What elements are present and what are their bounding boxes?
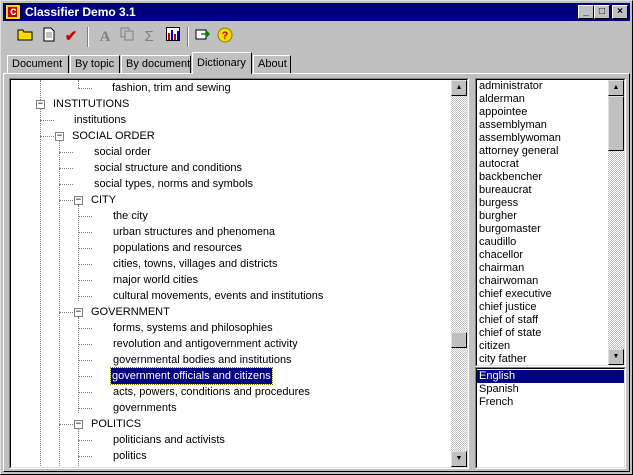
word-list-item[interactable]: burgomaster <box>477 223 608 236</box>
tree-node[interactable]: urban structures and phenomena <box>113 224 275 240</box>
collapse-politics-button[interactable]: − <box>74 420 83 429</box>
word-list-item[interactable]: chief executive <box>477 288 608 301</box>
word-list-item[interactable]: burgher <box>477 210 608 223</box>
tree-node[interactable]: revolution and antigovernment activity <box>113 336 298 352</box>
tree-node[interactable]: cultural movements, events and instituti… <box>113 288 323 304</box>
tree-node[interactable]: the city <box>113 208 148 224</box>
tree-node[interactable]: social structure and conditions <box>94 160 242 176</box>
word-list-item[interactable]: city father <box>477 353 608 365</box>
scroll-up-arrow-icon[interactable]: ▲ <box>608 80 624 96</box>
word-list-items: administrator alderman appointee assemblyma… <box>477 80 608 365</box>
word-list-item[interactable]: caudillo <box>477 236 608 249</box>
toolbar-separator <box>187 27 189 47</box>
export-icon[interactable] <box>193 27 213 47</box>
word-list-item[interactable]: alderman <box>477 93 608 106</box>
collapse-city-button[interactable]: − <box>74 196 83 205</box>
scroll-down-arrow-icon[interactable]: ▼ <box>608 349 624 365</box>
word-list-item[interactable]: attorney general <box>477 145 608 158</box>
minimize-button[interactable]: _ <box>578 5 594 19</box>
tree-node-politics-group[interactable]: POLITICS <box>91 416 141 432</box>
scroll-down-arrow-icon[interactable]: ▼ <box>451 451 467 467</box>
app-window: c Classifier Demo 3.1 _ □ × ✔ A Σ ? Docu… <box>0 0 633 475</box>
collapse-institutions-button[interactable]: − <box>36 100 45 109</box>
language-list-items: English Spanish French <box>477 370 624 467</box>
tree-node[interactable]: acts, powers, conditions and procedures <box>113 384 310 400</box>
word-list-scrollbar[interactable]: ▲ ▼ <box>608 80 624 365</box>
collapse-government-button[interactable]: − <box>74 308 83 317</box>
tree-node[interactable]: fashion, trim and sewing <box>112 80 231 96</box>
tab-dictionary[interactable]: Dictionary <box>192 52 252 74</box>
tree-node[interactable]: institutions <box>74 112 126 128</box>
window-title: Classifier Demo 3.1 <box>25 5 136 19</box>
tree-node[interactable]: forms, systems and philosophies <box>113 320 273 336</box>
word-list-item[interactable]: citizen <box>477 340 608 353</box>
word-list-item[interactable]: chief of state <box>477 327 608 340</box>
open-folder-icon[interactable] <box>15 27 35 47</box>
word-list-item[interactable]: chief of staff <box>477 314 608 327</box>
language-item-spanish[interactable]: Spanish <box>477 383 624 396</box>
language-item-french[interactable]: French <box>477 396 624 409</box>
font-icon[interactable]: A <box>95 27 115 47</box>
word-list[interactable]: administrator alderman appointee assemblyma… <box>475 78 626 367</box>
toolbar: ✔ A Σ ? <box>3 23 630 51</box>
word-list-item[interactable]: chairwoman <box>477 275 608 288</box>
collapse-social-order-button[interactable]: − <box>55 132 64 141</box>
tree-node[interactable]: social order <box>94 144 151 160</box>
topic-tree[interactable]: − − − − − fashion, trim and sewing INSTI… <box>9 78 469 469</box>
tab-about[interactable]: About <box>253 55 291 73</box>
word-list-item[interactable]: burgess <box>477 197 608 210</box>
scroll-up-arrow-icon[interactable]: ▲ <box>451 80 467 96</box>
tab-by-topic[interactable]: By topic <box>70 55 120 73</box>
tree-node-government-group[interactable]: GOVERNMENT <box>91 304 170 320</box>
tree-node-city-group[interactable]: CITY <box>91 192 116 208</box>
copy-icon[interactable] <box>117 27 137 47</box>
help-icon[interactable]: ? <box>215 27 235 47</box>
tab-by-document[interactable]: By document <box>121 55 191 73</box>
scroll-thumb[interactable] <box>608 96 624 151</box>
tree-node-institutions-group[interactable]: INSTITUTIONS <box>53 96 129 112</box>
language-item-english[interactable]: English <box>477 370 624 383</box>
toolbar-separator <box>87 27 89 47</box>
tree-node[interactable]: governments <box>113 400 177 416</box>
tree-scrollbar[interactable]: ▲ ▼ <box>451 80 467 467</box>
word-list-item[interactable]: chacellor <box>477 249 608 262</box>
bar-chart-icon[interactable] <box>163 27 183 47</box>
word-list-item[interactable]: administrator <box>477 80 608 93</box>
svg-text:?: ? <box>222 30 229 42</box>
word-list-item[interactable]: assemblywoman <box>477 132 608 145</box>
word-list-item[interactable]: bureaucrat <box>477 184 608 197</box>
tree-node[interactable]: social types, norms and symbols <box>94 176 253 192</box>
checkmark-icon[interactable]: ✔ <box>61 27 81 47</box>
language-list[interactable]: English Spanish French <box>475 367 626 469</box>
tree-node[interactable]: politics <box>113 448 147 464</box>
dictionary-panel: − − − − − fashion, trim and sewing INSTI… <box>3 73 630 472</box>
tab-document[interactable]: Document <box>7 55 69 73</box>
tree-node[interactable]: politicians and activists <box>113 432 225 448</box>
word-list-item[interactable]: chairman <box>477 262 608 275</box>
tree-node[interactable]: populations and resources <box>113 240 242 256</box>
tree-node-social-order-group[interactable]: SOCIAL ORDER <box>72 128 155 144</box>
tree-viewport: − − − − − fashion, trim and sewing INSTI… <box>11 80 451 467</box>
close-button[interactable]: × <box>612 5 628 19</box>
word-list-item[interactable]: autocrat <box>477 158 608 171</box>
app-icon[interactable]: c <box>5 4 21 20</box>
tree-node[interactable]: governmental bodies and institutions <box>113 352 292 368</box>
scroll-thumb[interactable] <box>451 332 467 348</box>
word-list-item[interactable]: appointee <box>477 106 608 119</box>
word-list-item[interactable]: backbencher <box>477 171 608 184</box>
new-document-icon[interactable] <box>39 27 59 47</box>
tab-strip: Document By topic By document Dictionary… <box>3 52 630 74</box>
tree-node-selected[interactable]: government officials and citizens <box>110 367 273 385</box>
tree-node[interactable]: cities, towns, villages and districts <box>113 256 277 272</box>
word-list-item[interactable]: chief justice <box>477 301 608 314</box>
title-bar[interactable]: c Classifier Demo 3.1 _ □ × <box>3 3 630 21</box>
sigma-icon[interactable]: Σ <box>139 27 159 47</box>
tree-node[interactable]: major world cities <box>113 272 198 288</box>
word-list-item[interactable]: assemblyman <box>477 119 608 132</box>
maximize-button[interactable]: □ <box>594 5 610 19</box>
